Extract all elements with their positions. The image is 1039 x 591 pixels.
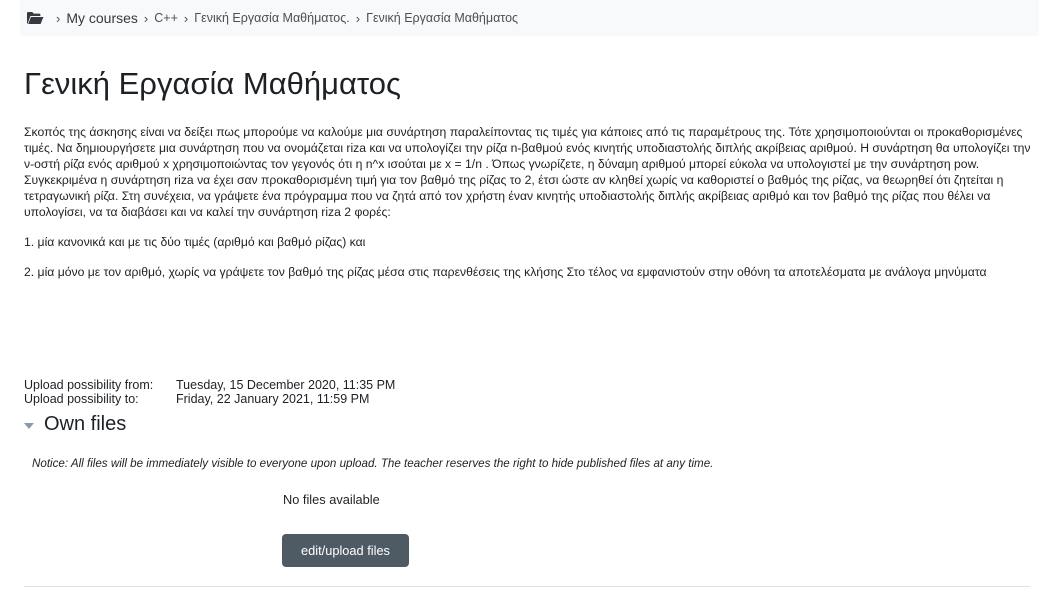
upload-from-row: Upload possibility from: Tuesday, 15 Dec… (24, 378, 395, 392)
no-files-text: No files available (283, 492, 380, 507)
edit-upload-files-button[interactable]: edit/upload files (282, 534, 409, 567)
breadcrumb-separator: › (56, 10, 61, 26)
breadcrumb-separator: › (355, 10, 361, 26)
description-item-1: 1. μία κανονικά και με τις δύο τιμές (αρ… (24, 235, 366, 249)
upload-from-value: Tuesday, 15 December 2020, 11:35 PM (176, 378, 396, 392)
caret-down-icon (24, 422, 34, 429)
breadcrumb: › My courses › C++ › Γενική Εργασία Μαθή… (20, 0, 1039, 36)
upload-to-value: Friday, 22 January 2021, 11:59 PM (176, 392, 370, 406)
upload-to-row: Upload possibility to: Friday, 22 Januar… (24, 392, 395, 406)
upload-dates: Upload possibility from: Tuesday, 15 Dec… (24, 378, 395, 406)
assignment-description: Σκοπός της άσκησης είναι να δείξει πως μ… (24, 124, 1032, 294)
own-files-heading: Own files (44, 413, 127, 435)
breadcrumb-course[interactable]: C++ (154, 11, 178, 25)
breadcrumb-my-courses[interactable]: My courses (66, 10, 138, 26)
own-files-toggle[interactable]: Own files (24, 413, 126, 436)
breadcrumb-separator: › (143, 10, 149, 26)
page-title: Γενική Εργασία Μαθήματος (24, 66, 401, 101)
upload-notice: Notice: All files will be immediately vi… (32, 457, 714, 470)
description-item-2: 2. μία μόνο με τον αριθμό, χωρίς να γράψ… (24, 265, 987, 279)
description-paragraph: Σκοπός της άσκησης είναι να δείξει πως μ… (24, 125, 1031, 219)
upload-from-label: Upload possibility from: (24, 378, 154, 392)
breadcrumb-current: Γενική Εργασία Μαθήματος (366, 11, 519, 25)
divider (24, 586, 1030, 587)
breadcrumb-section[interactable]: Γενική Εργασία Μαθήματος. (194, 11, 349, 25)
folder-open-icon[interactable] (26, 11, 44, 25)
breadcrumb-separator: › (183, 10, 189, 26)
upload-to-label: Upload possibility to: (24, 392, 139, 406)
